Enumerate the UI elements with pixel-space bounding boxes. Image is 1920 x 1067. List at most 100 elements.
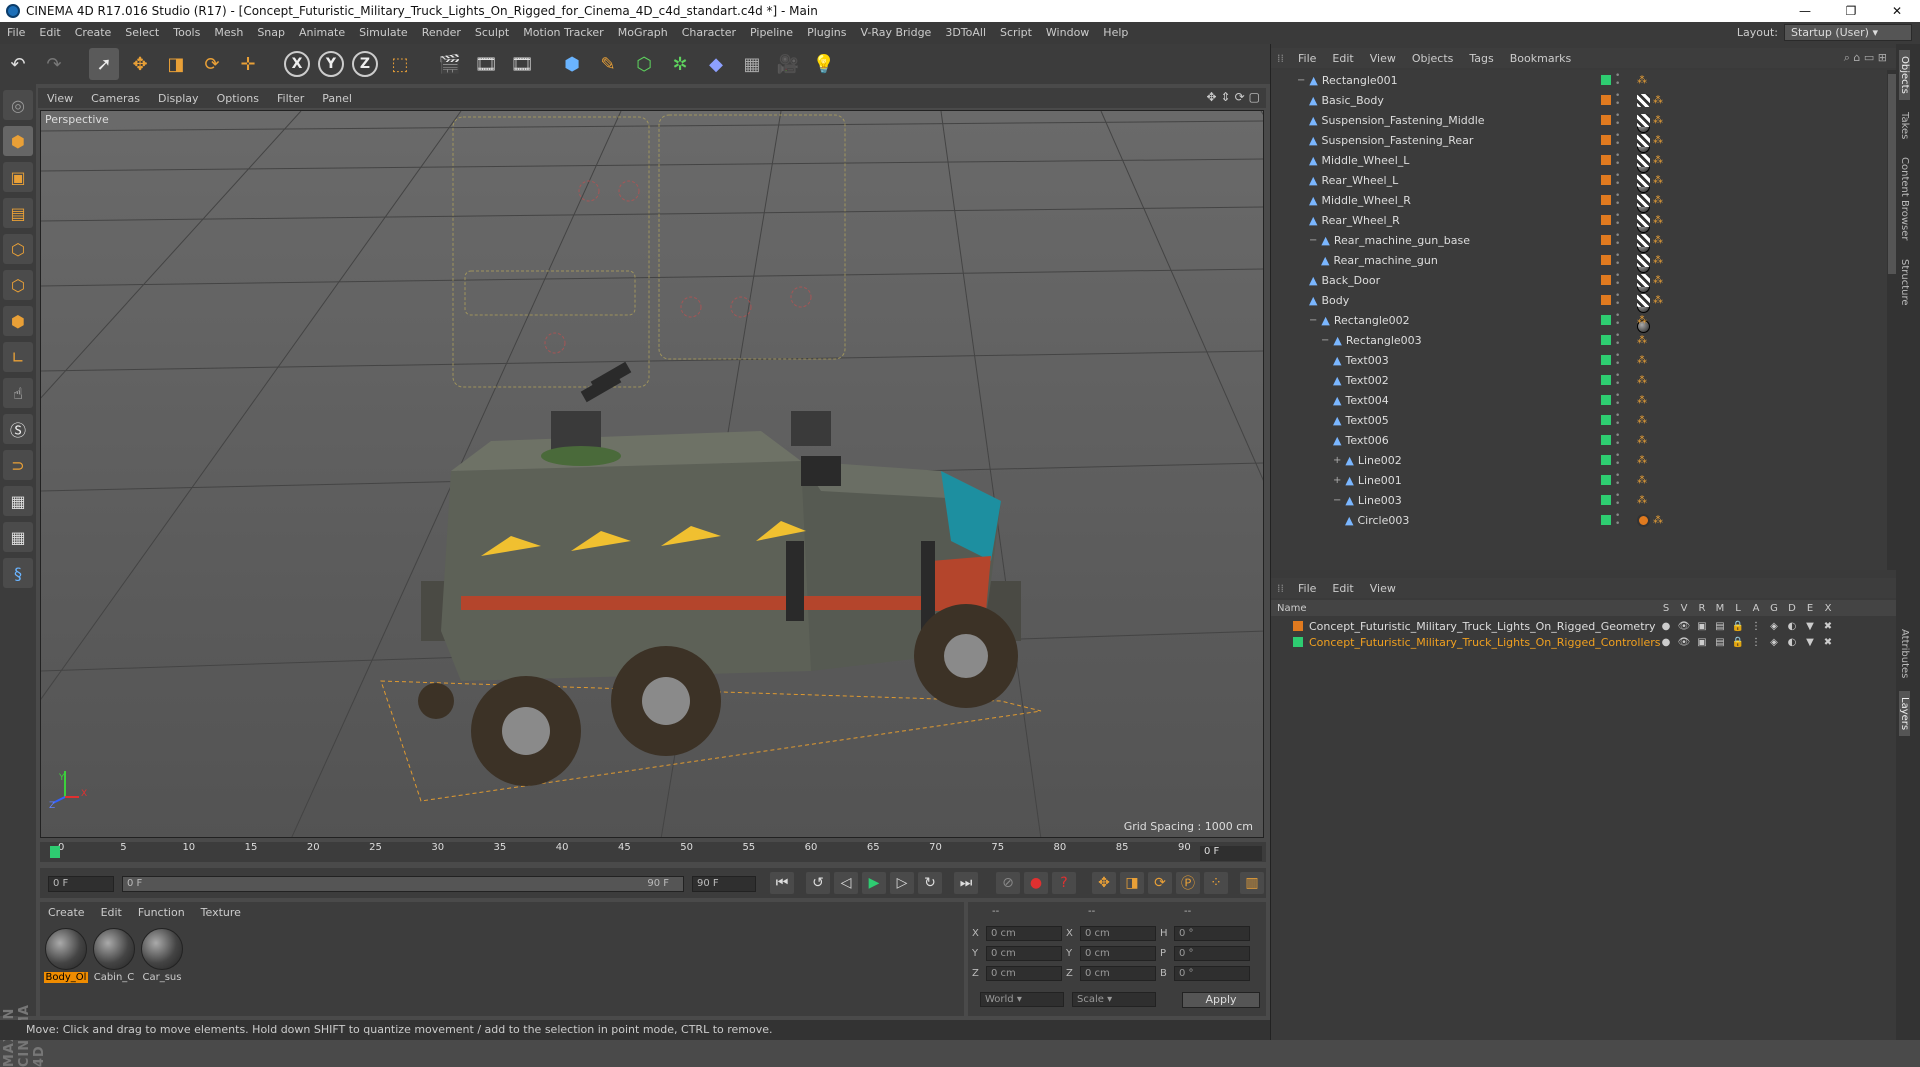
pen-spline-icon[interactable]: ✎ bbox=[593, 48, 623, 80]
object-row[interactable]: ▲ Rear_Wheel_R • • ⁂ bbox=[1271, 210, 1887, 253]
side-tab-structure[interactable]: Structure bbox=[1899, 253, 1910, 312]
object-visibility-dots[interactable]: • • bbox=[1615, 412, 1620, 429]
object-menu-edit[interactable]: Edit bbox=[1324, 52, 1361, 65]
key-pla-icon[interactable]: ⁘ bbox=[1204, 872, 1228, 894]
object-row[interactable]: ▲ Rear_Wheel_L • • ⁂ bbox=[1271, 170, 1887, 213]
menu-mesh[interactable]: Mesh bbox=[207, 22, 250, 44]
object-row[interactable]: + ▲ Line002 • • ⁂ bbox=[1271, 450, 1887, 470]
null-tag-icon[interactable]: ⁂ bbox=[1653, 175, 1663, 186]
next-frame-icon[interactable]: ▷ bbox=[890, 872, 914, 894]
object-visibility-dots[interactable]: • • bbox=[1615, 492, 1620, 509]
coordinate-system-icon[interactable]: ⬚ bbox=[385, 48, 415, 80]
light-icon[interactable]: 💡 bbox=[809, 48, 839, 80]
texture-tag-icon[interactable] bbox=[1637, 273, 1650, 287]
redo-icon[interactable]: ↷ bbox=[39, 48, 69, 80]
null-tag-icon[interactable]: ⁂ bbox=[1653, 295, 1663, 306]
texture-tag-icon[interactable] bbox=[1637, 93, 1650, 107]
axis-mode-icon[interactable]: ∟ bbox=[3, 342, 33, 372]
scale-icon[interactable]: ◨ bbox=[161, 48, 191, 80]
rotate-view-icon[interactable]: ⟳ bbox=[1235, 90, 1245, 104]
object-row[interactable]: ▲ Text004 • • ⁂ bbox=[1271, 390, 1887, 410]
layer-flag-toggle-icon[interactable]: ▤ bbox=[1711, 637, 1729, 648]
null-tag-icon[interactable]: ⁂ bbox=[1653, 115, 1663, 126]
viewport-menu-view[interactable]: View bbox=[38, 92, 82, 105]
side-tab-attributes[interactable]: Attributes bbox=[1899, 623, 1910, 684]
object-row[interactable]: + ▲ Line001 • • ⁂ bbox=[1271, 470, 1887, 490]
layer-flag-toggle-icon[interactable]: 👁 bbox=[1675, 637, 1693, 648]
object-layer-color[interactable] bbox=[1601, 455, 1611, 465]
null-tag-icon[interactable]: ⁂ bbox=[1637, 435, 1647, 446]
layer-flag-toggle-icon[interactable]: ▼ bbox=[1801, 637, 1819, 648]
object-layer-color[interactable] bbox=[1601, 515, 1611, 525]
object-visibility-dots[interactable]: • • bbox=[1615, 72, 1620, 89]
object-expander-icon[interactable]: + bbox=[1333, 475, 1341, 486]
undo-icon[interactable]: ↶ bbox=[3, 48, 33, 80]
object-row[interactable]: ▲ Basic_Body • • ⁂ bbox=[1271, 90, 1887, 133]
object-layer-color[interactable] bbox=[1601, 215, 1611, 225]
object-layer-color[interactable] bbox=[1601, 495, 1611, 505]
texture-tag-icon[interactable] bbox=[1637, 193, 1650, 207]
z-axis-lock-icon[interactable]: Z bbox=[352, 51, 378, 77]
null-tag-icon[interactable]: ⁂ bbox=[1653, 515, 1663, 526]
go-to-end-icon[interactable]: ⏭ bbox=[954, 872, 978, 894]
null-tag-icon[interactable]: ⁂ bbox=[1653, 235, 1663, 246]
object-row[interactable]: − ▲ Rectangle002 • • ⁂ bbox=[1271, 310, 1887, 330]
null-tag-icon[interactable]: ⁂ bbox=[1637, 475, 1647, 486]
object-visibility-dots[interactable]: • • bbox=[1615, 172, 1620, 189]
side-tab-layers[interactable]: Layers bbox=[1899, 690, 1910, 736]
object-menu-objects[interactable]: Objects bbox=[1404, 52, 1462, 65]
layer-flag-toggle-icon[interactable]: ⋮ bbox=[1747, 621, 1765, 632]
object-visibility-dots[interactable]: • • bbox=[1615, 192, 1620, 209]
layout-select[interactable]: Startup (User) ▾ bbox=[1784, 24, 1912, 41]
object-menu-bookmarks[interactable]: Bookmarks bbox=[1502, 52, 1579, 65]
layer-flag-toggle-icon[interactable]: ◈ bbox=[1765, 637, 1783, 648]
edges-mode-icon[interactable]: ⬡ bbox=[3, 270, 33, 300]
viewport-menu-cameras[interactable]: Cameras bbox=[82, 92, 149, 105]
null-tag-icon[interactable]: ⁂ bbox=[1653, 155, 1663, 166]
texture-tag-icon[interactable] bbox=[1637, 153, 1650, 167]
material-menu-edit[interactable]: Edit bbox=[93, 906, 130, 919]
object-row[interactable]: ▲ Body • • ⁂ bbox=[1271, 290, 1887, 333]
null-tag-icon[interactable]: ⁂ bbox=[1653, 195, 1663, 206]
side-tab-content-browser[interactable]: Content Browser bbox=[1899, 151, 1910, 246]
points-mode-icon[interactable]: ⬡ bbox=[3, 234, 33, 264]
layer-flag-toggle-icon[interactable]: ◐ bbox=[1783, 637, 1801, 648]
layer-flag-toggle-icon[interactable]: ◈ bbox=[1765, 621, 1783, 632]
object-menu-tags[interactable]: Tags bbox=[1461, 52, 1501, 65]
go-to-previous-key-icon[interactable]: ↺ bbox=[806, 872, 830, 894]
menu-window[interactable]: Window bbox=[1039, 22, 1096, 44]
transform-mode-select[interactable]: Scale ▾ bbox=[1072, 992, 1156, 1007]
object-layer-color[interactable] bbox=[1601, 435, 1611, 445]
object-layer-color[interactable] bbox=[1601, 95, 1611, 105]
coord-mode-select[interactable]: World ▾ bbox=[980, 992, 1064, 1007]
object-row[interactable]: ▲ Rear_machine_gun • • ⁂ bbox=[1271, 250, 1887, 293]
lock-workplane-icon[interactable]: ▦ bbox=[3, 486, 33, 516]
object-layer-color[interactable] bbox=[1601, 415, 1611, 425]
object-visibility-dots[interactable]: • • bbox=[1615, 392, 1620, 409]
material-menu-create[interactable]: Create bbox=[40, 906, 93, 919]
null-tag-icon[interactable]: ⁂ bbox=[1637, 75, 1647, 86]
object-row[interactable]: ▲ Text006 • • ⁂ bbox=[1271, 430, 1887, 450]
layer-flag-toggle-icon[interactable]: ● bbox=[1657, 621, 1675, 632]
workplane-icon[interactable]: ▤ bbox=[3, 198, 33, 228]
object-layer-color[interactable] bbox=[1601, 395, 1611, 405]
polygons-mode-icon[interactable]: ⬢ bbox=[3, 306, 33, 336]
material-swatch[interactable]: Body_Ol bbox=[44, 928, 88, 988]
menu-motion-tracker[interactable]: Motion Tracker bbox=[516, 22, 610, 44]
object-layer-color[interactable] bbox=[1601, 195, 1611, 205]
zoom-view-icon[interactable]: ⇕ bbox=[1221, 90, 1231, 104]
object-menu-view[interactable]: View bbox=[1362, 52, 1404, 65]
object-row[interactable]: ▲ Circle003 • • ⁂ bbox=[1271, 510, 1887, 530]
object-layer-color[interactable] bbox=[1601, 335, 1611, 345]
rotate-icon[interactable]: ⟳ bbox=[197, 48, 227, 80]
menu-sculpt[interactable]: Sculpt bbox=[468, 22, 516, 44]
coord-value-field[interactable]: 0 cm bbox=[1080, 946, 1156, 961]
key-position-icon[interactable]: ✥ bbox=[1092, 872, 1116, 894]
timeline-layout-icon[interactable]: ▥ bbox=[1240, 872, 1264, 894]
texture-tag-icon[interactable] bbox=[1637, 113, 1650, 127]
object-layer-color[interactable] bbox=[1601, 175, 1611, 185]
object-visibility-dots[interactable]: • • bbox=[1615, 92, 1620, 109]
object-layer-color[interactable] bbox=[1601, 155, 1611, 165]
layer-color-swatch[interactable] bbox=[1293, 637, 1303, 647]
layer-flag-toggle-icon[interactable]: ▤ bbox=[1711, 621, 1729, 632]
